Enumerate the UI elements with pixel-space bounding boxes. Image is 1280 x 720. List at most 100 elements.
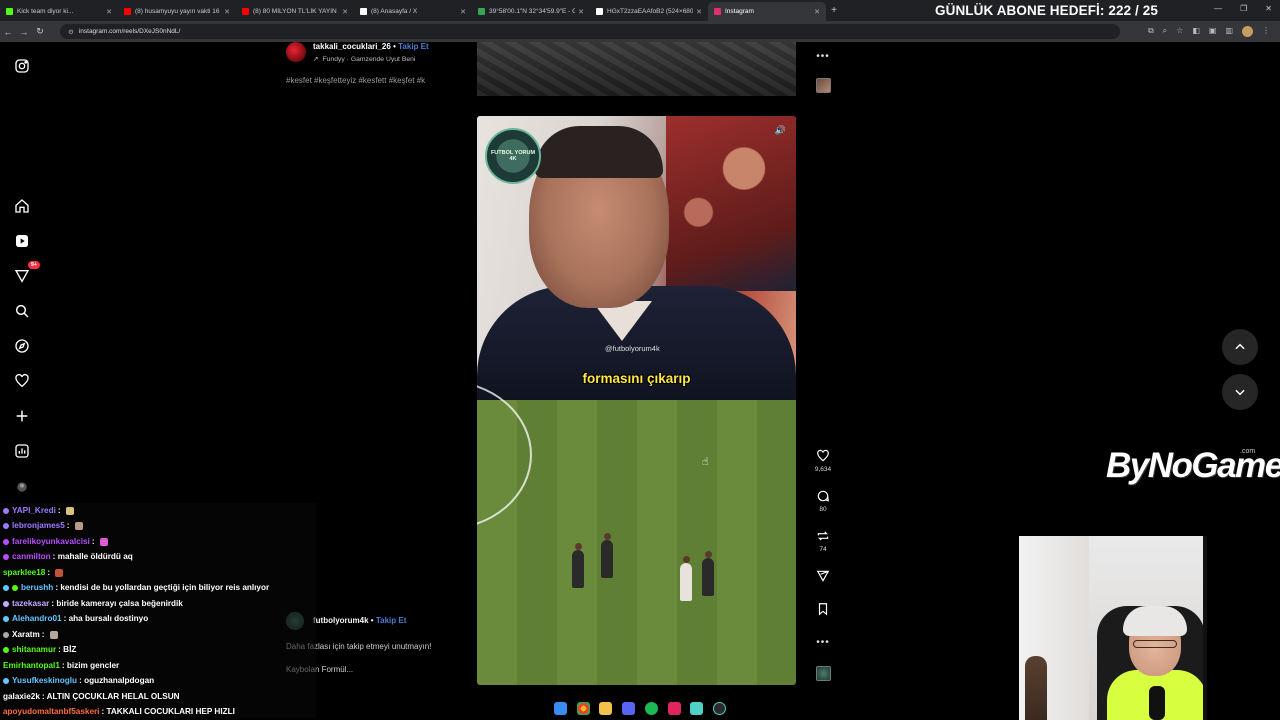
share-button[interactable]: [808, 569, 838, 583]
emote-icon: [65, 506, 74, 515]
reel-video[interactable]: FUTBOL YORUM 4K 🔊 @futbolyorum4k forması…: [477, 116, 796, 685]
chat-username: shitanamur: [12, 645, 57, 654]
zoom-icon[interactable]: ⌕: [1163, 26, 1167, 37]
chat-username: Emirhantopal1: [3, 661, 60, 670]
bookmark-star-icon[interactable]: ☆: [1176, 26, 1183, 37]
profile-avatar-icon[interactable]: [13, 478, 31, 496]
chat-username: sparklee18: [3, 568, 46, 577]
back-icon[interactable]: ←: [0, 27, 16, 37]
tab-maps[interactable]: 39°58'00.1"N 32°34'59.9"E - G... ✕: [472, 2, 590, 21]
close-icon[interactable]: ✕: [224, 8, 230, 16]
speaker-hair: [535, 126, 663, 178]
address-bar[interactable]: ⚙ instagram.com/reels/DXeJS0nNdL/: [60, 24, 1120, 39]
previous-reel-avatar[interactable]: [286, 42, 306, 62]
chat-message: Yusufkeskinoglu: oguzhanalpdogan: [3, 676, 154, 685]
app-icon[interactable]: [690, 701, 704, 715]
explore-icon[interactable]: [13, 337, 31, 355]
tab-instagram[interactable]: Instagram ✕: [708, 2, 826, 21]
spotify-icon[interactable]: [644, 701, 658, 715]
profile-avatar[interactable]: [1242, 26, 1253, 37]
menu-icon[interactable]: ⋮: [1262, 26, 1270, 37]
chat-text: ALTIN ÇOCUKLAR HELAL OLSUN: [46, 692, 180, 701]
dashboard-icon[interactable]: [13, 442, 31, 460]
chat-text: BİZ: [63, 645, 77, 654]
audio-icon[interactable]: 🔊: [775, 125, 786, 136]
follow-button[interactable]: Takip Et: [376, 616, 407, 625]
maps-favicon-icon: [478, 8, 485, 15]
close-icon[interactable]: ✕: [106, 8, 112, 16]
app-x-icon[interactable]: [667, 701, 681, 715]
site-info-icon[interactable]: ⚙: [68, 28, 74, 36]
chat-text: bizim gencler: [66, 661, 120, 670]
messages-icon[interactable]: 9+: [13, 261, 40, 285]
close-icon[interactable]: ✕: [460, 8, 466, 16]
forward-icon[interactable]: →: [16, 27, 32, 37]
more-options-top-icon[interactable]: •••: [808, 46, 838, 64]
tab-youtube-1[interactable]: (8) husamyuyu yayın vakti 16 - ✕: [118, 2, 236, 21]
like-count: 9,634: [814, 466, 832, 473]
more-options-icon[interactable]: •••: [808, 632, 838, 650]
chat-text: TAKKALI COCUKLARI HEP HIZLI: [106, 707, 235, 716]
previous-reel-song[interactable]: ↗ Fundyy · Gamzende Uyut Beni: [313, 55, 415, 63]
webcam-person-glasses: [1133, 640, 1177, 648]
discord-icon[interactable]: [622, 701, 636, 715]
start-menu-icon[interactable]: [554, 701, 567, 715]
side-panel-icon[interactable]: ▥: [1225, 26, 1233, 37]
close-icon[interactable]: ✕: [814, 8, 820, 16]
url-text: instagram.com/reels/DXeJS0nNdL/: [78, 28, 181, 35]
follow-button[interactable]: Takip Et: [398, 42, 429, 51]
chevron-up-icon: [1235, 343, 1245, 350]
chat-message: tazekasar: biride kamerayı çalsa beğenir…: [3, 599, 183, 608]
save-button[interactable]: [808, 602, 838, 616]
tab-kick[interactable]: Kick team diyor ki... ✕: [0, 2, 118, 21]
app-circle-icon[interactable]: [712, 701, 726, 715]
reels-icon[interactable]: [13, 232, 31, 250]
tab-youtube-2[interactable]: (8) 80 MİLYON TL'LİK YAYIN ✕: [236, 2, 354, 21]
repost-count: 74: [819, 546, 827, 553]
puzzle-icon[interactable]: ▣: [1209, 26, 1217, 37]
chat-message: lebronjames5:: [3, 521, 83, 530]
close-icon[interactable]: ✕: [578, 8, 584, 16]
chat-message: berushh: kendisi de bu yollardan geçtiği…: [3, 583, 269, 592]
author-username[interactable]: futbolyorum4k: [313, 616, 369, 625]
reload-icon[interactable]: ↻: [32, 26, 48, 37]
chat-text: mahalle öldürdü aq: [57, 552, 133, 561]
bookmark-icon: [818, 603, 828, 616]
previous-reel-button[interactable]: [1222, 329, 1258, 365]
minimize-icon[interactable]: —: [1214, 4, 1222, 13]
comment-button[interactable]: 80: [808, 489, 838, 513]
new-tab-button[interactable]: +: [826, 5, 842, 16]
repost-button[interactable]: 74: [808, 529, 838, 553]
chat-username: galaxie2k: [3, 692, 40, 701]
search-icon[interactable]: [13, 302, 31, 320]
create-icon[interactable]: [13, 407, 31, 425]
extension-icon[interactable]: ◧: [1192, 26, 1200, 37]
previous-audio-thumbnail[interactable]: [808, 78, 838, 93]
install-icon[interactable]: ⧉: [1148, 26, 1154, 37]
previous-reel-video[interactable]: [477, 42, 796, 96]
like-button[interactable]: 9,634: [808, 449, 838, 473]
close-window-icon[interactable]: ✕: [1265, 4, 1272, 13]
close-icon[interactable]: ✕: [342, 8, 348, 16]
tab-x[interactable]: (8) Anasayfa / X ✕: [354, 2, 472, 21]
chrome-icon[interactable]: [576, 701, 590, 715]
emote-icon: [99, 537, 108, 546]
instagram-logo-icon[interactable]: [13, 57, 31, 75]
audio-thumbnail[interactable]: [808, 666, 838, 681]
heart-icon: [817, 449, 829, 462]
emote-icon: [74, 521, 83, 530]
tab-image[interactable]: HGxT2zzaEAAfoB2 (524×680) ✕: [590, 2, 708, 21]
next-reel-button[interactable]: [1222, 374, 1258, 410]
chat-username: YAPI_Kredi: [12, 506, 56, 515]
x-favicon-icon: [360, 8, 367, 15]
chat-text: aha bursalı dostinyo: [68, 614, 149, 623]
home-icon[interactable]: [13, 197, 31, 215]
maximize-icon[interactable]: ❐: [1240, 4, 1247, 13]
instagram-sidebar: 9+: [0, 42, 45, 502]
emote-icon: [49, 630, 58, 639]
previous-reel-username[interactable]: takkali_cocuklari_26: [313, 42, 391, 51]
close-icon[interactable]: ✕: [696, 8, 702, 16]
file-explorer-icon[interactable]: [599, 701, 613, 715]
chevron-down-icon: [1235, 389, 1245, 396]
notifications-heart-icon[interactable]: [13, 372, 31, 390]
